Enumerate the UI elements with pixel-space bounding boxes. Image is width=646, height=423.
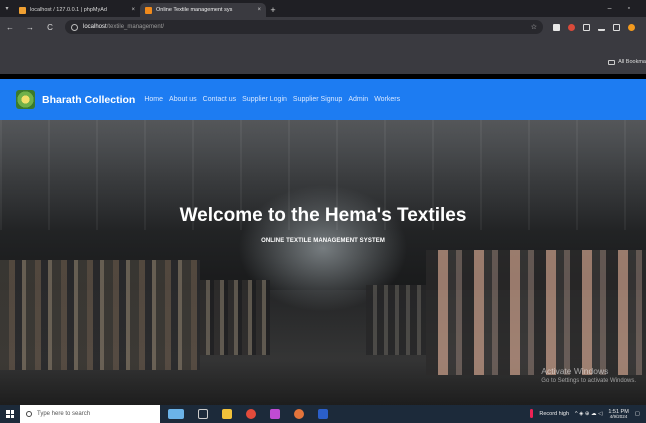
bookmark-star-icon[interactable]: ☆ — [531, 23, 537, 31]
browser-tab-strip: ▾ localhost / 127.0.0.1 | phpMyAd × Onli… — [0, 0, 646, 17]
nav-link-supplier-signup[interactable]: Supplier Signup — [293, 96, 342, 103]
notifications-icon[interactable]: ▢ — [635, 411, 640, 417]
hero-banner: Welcome to the Hema's Textiles ONLINE TE… — [0, 120, 646, 405]
nav-link-workers[interactable]: Workers — [374, 96, 400, 103]
watermark-line-2: Go to Settings to activate Windows. — [541, 378, 636, 384]
new-tab-button[interactable]: + — [266, 3, 280, 17]
tab-phpmyadmin[interactable]: localhost / 127.0.0.1 | phpMyAd × — [14, 3, 140, 17]
back-icon[interactable]: ← — [5, 23, 15, 32]
all-bookmarks-label: All Bookma — [618, 59, 646, 65]
activate-windows-watermark: Activate Windows Go to Settings to activ… — [541, 366, 636, 384]
clothing-rack-image — [426, 250, 646, 375]
tab-close-icon[interactable]: × — [131, 7, 135, 13]
extension-icon[interactable] — [553, 23, 560, 31]
windows-logo-icon — [6, 410, 14, 418]
taskbar-apps — [168, 409, 328, 419]
nav-link-home[interactable]: Home — [144, 96, 163, 103]
site-info-icon[interactable] — [71, 23, 78, 31]
system-tray: Record high ^ ◈ ⊕ ☁ ◁ 1:51 PM 4/9/2024 ▢ — [530, 409, 646, 420]
chrome-icon[interactable] — [246, 409, 256, 419]
tab-label: Online Textile management sys — [156, 7, 233, 13]
tab-close-icon[interactable]: × — [257, 7, 261, 13]
forward-icon[interactable]: → — [25, 23, 35, 32]
weather-label[interactable]: Record high — [539, 411, 569, 417]
chrome-active-icon[interactable] — [294, 409, 304, 419]
nav-link-about-us[interactable]: About us — [169, 96, 197, 103]
url-path: /textile_management/ — [106, 24, 165, 30]
nav-link-supplier-login[interactable]: Supplier Login — [242, 96, 287, 103]
address-bar-row: ← → C localhost/textile_management/ ☆ — [0, 17, 646, 37]
profile-avatar-icon[interactable] — [628, 23, 635, 31]
watermark-line-1: Activate Windows — [541, 366, 609, 376]
task-view-icon[interactable] — [198, 409, 208, 419]
app-icon[interactable] — [270, 409, 280, 419]
clock[interactable]: 1:51 PM 4/9/2024 — [608, 409, 628, 420]
weather-icon — [530, 409, 534, 419]
nav-link-contact-us[interactable]: Contact us — [203, 96, 236, 103]
tray-icons[interactable]: ^ ◈ ⊕ ☁ ◁ — [575, 411, 602, 417]
extension-toolbar — [553, 23, 635, 31]
folder-icon — [608, 59, 616, 65]
restore-icon[interactable]: ▫ — [628, 5, 630, 12]
window-controls: – ▫ — [608, 0, 646, 17]
clothing-rack-image — [0, 260, 200, 370]
all-bookmarks-button[interactable]: All Bookma — [608, 59, 646, 65]
tab-textile-management[interactable]: Online Textile management sys × — [140, 3, 266, 17]
windows-taskbar: Type here to search Record high ^ ◈ ⊕ ☁ … — [0, 405, 646, 423]
bookmarks-bar: All Bookma — [0, 37, 646, 74]
side-panel-icon[interactable] — [613, 23, 620, 31]
hero-title: Welcome to the Hema's Textiles — [179, 205, 467, 226]
start-button[interactable] — [0, 410, 20, 418]
extension-icon[interactable] — [568, 23, 575, 31]
url-host: localhost — [83, 24, 107, 30]
tab-label: localhost / 127.0.0.1 | phpMyAd — [30, 7, 107, 13]
hero-subtitle: ONLINE TEXTILE MANAGEMENT SYSTEM — [261, 238, 385, 244]
nav-link-admin[interactable]: Admin — [348, 96, 368, 103]
tab-search-menu-icon[interactable]: ▾ — [0, 0, 14, 17]
reload-icon[interactable]: C — [45, 23, 55, 32]
site-navbar: Bharath Collection Home About us Contact… — [0, 79, 646, 120]
widgets-icon[interactable] — [168, 409, 184, 419]
phpmyadmin-favicon-icon — [19, 6, 26, 14]
search-placeholder: Type here to search — [37, 411, 91, 417]
download-icon[interactable] — [598, 24, 605, 31]
word-icon[interactable] — [318, 409, 328, 419]
clothing-rack-image — [200, 280, 270, 355]
brand-logo-icon[interactable] — [16, 90, 35, 109]
site-favicon-icon — [145, 6, 152, 14]
extensions-puzzle-icon[interactable] — [583, 23, 590, 31]
taskbar-search-input[interactable]: Type here to search — [20, 405, 160, 423]
search-icon — [26, 411, 32, 417]
file-explorer-icon[interactable] — [222, 409, 232, 419]
url-input[interactable]: localhost/textile_management/ ☆ — [65, 20, 543, 34]
nav-links: Home About us Contact us Supplier Login … — [144, 96, 400, 103]
brand-name[interactable]: Bharath Collection — [42, 94, 135, 106]
clock-date: 4/9/2024 — [609, 413, 628, 419]
minimize-icon[interactable]: – — [608, 5, 612, 12]
clothing-rack-image — [366, 285, 426, 355]
